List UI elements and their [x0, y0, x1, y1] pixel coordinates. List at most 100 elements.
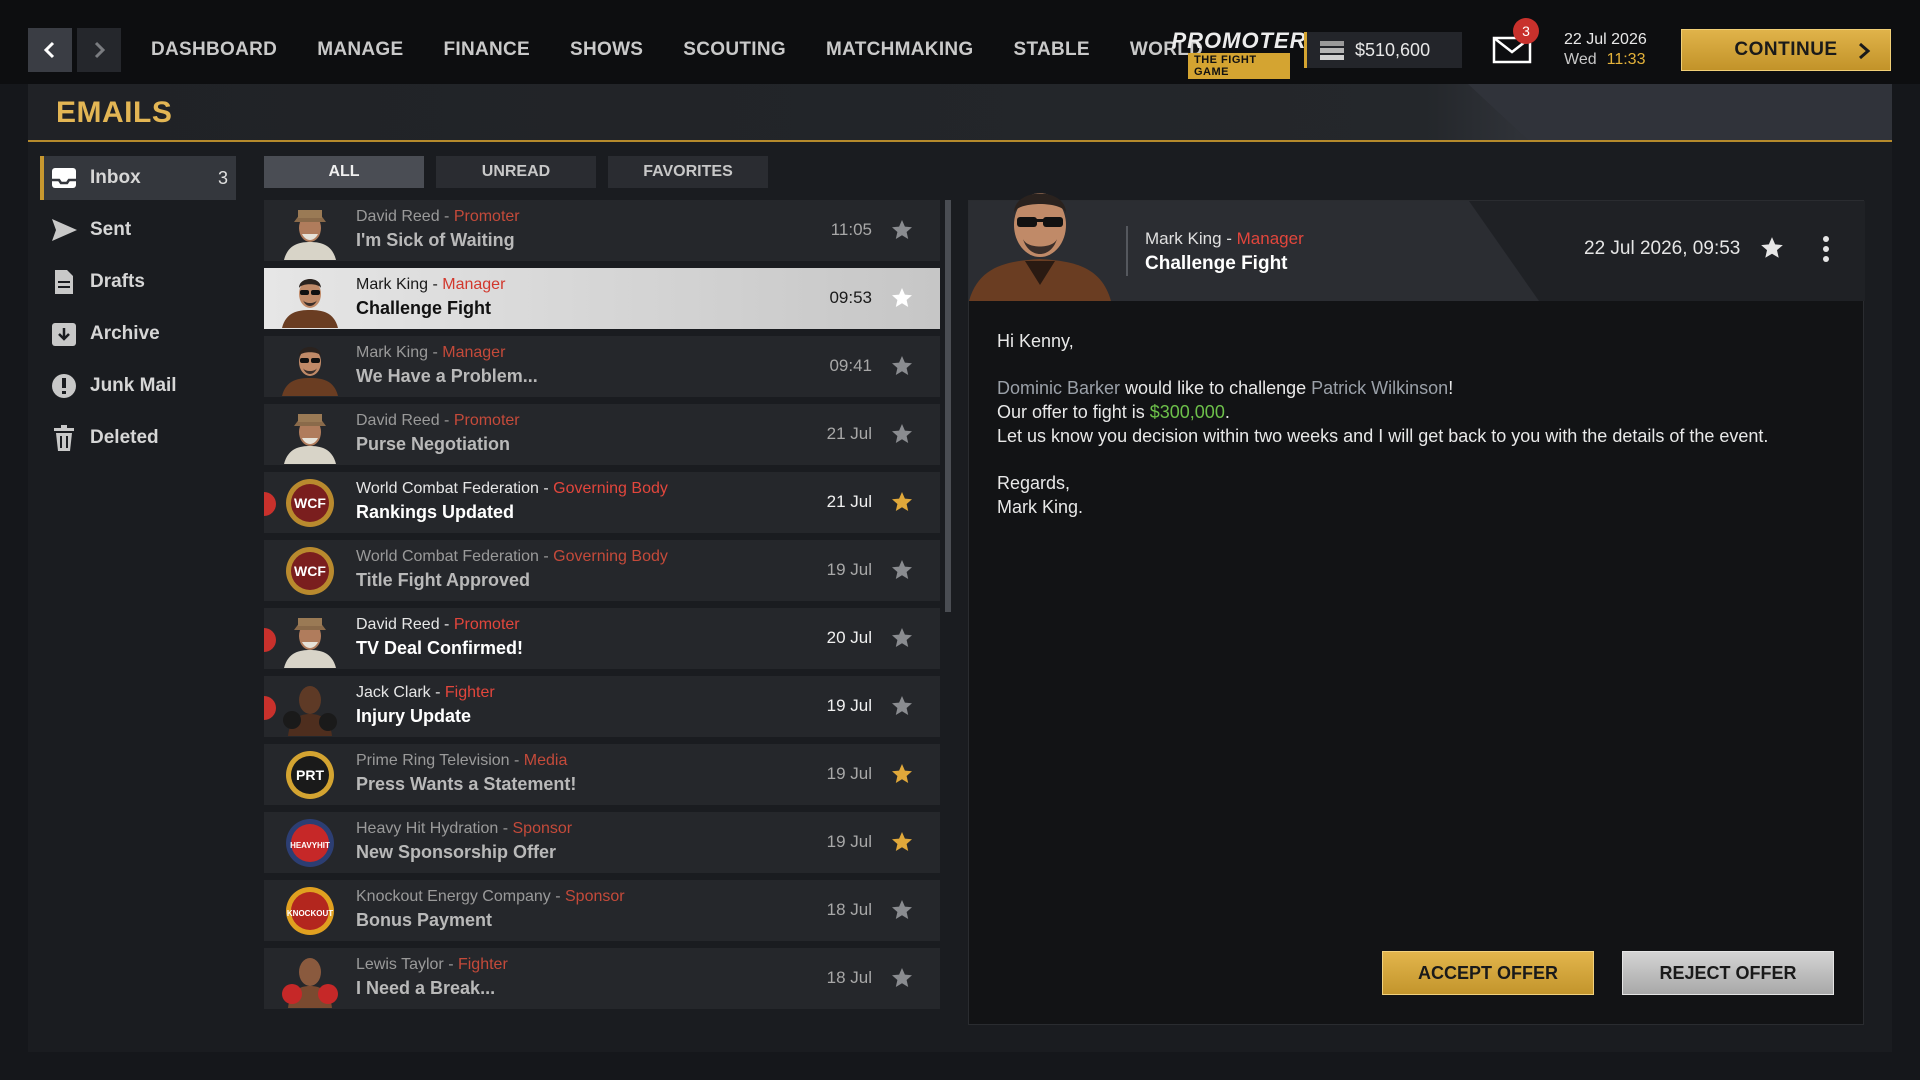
accept-offer-button[interactable]: ACCEPT OFFER: [1382, 951, 1594, 995]
menu-shows[interactable]: SHOWS: [570, 39, 643, 61]
favorite-star-icon[interactable]: [890, 490, 914, 514]
email-list-item[interactable]: David Reed - Promoter Purse Negotiation 21…: [264, 404, 940, 465]
sidebar-item-deleted[interactable]: Deleted: [40, 416, 236, 460]
email-date: 19 Jul: [826, 696, 872, 715]
sender-role: Media: [523, 752, 568, 769]
favorite-star-icon[interactable]: [890, 422, 914, 446]
menu-scouting[interactable]: SCOUTING: [683, 39, 786, 61]
sender-name: Mark King: [356, 276, 429, 293]
unread-indicator: [264, 492, 276, 516]
sender-avatar: [280, 406, 340, 464]
email-date: 11:05: [830, 220, 872, 239]
sender-name: Heavy Hit Hydration: [356, 820, 499, 837]
sender-name: Knockout Energy Company: [356, 888, 551, 905]
sidebar-item-sent[interactable]: Sent: [40, 208, 236, 252]
sidebar-item-label: Junk Mail: [90, 375, 177, 396]
email-list-item[interactable]: David Reed - Promoter I'm Sick of Waiting…: [264, 200, 940, 261]
email-list-item[interactable]: PRT Prime Ring Television - Media Press Wa…: [264, 744, 940, 805]
favorite-star-icon[interactable]: [890, 966, 914, 990]
email-subject: Challenge Fight: [356, 298, 491, 318]
email-sender-role: Manager: [1236, 229, 1304, 248]
sidebar-item-label: Deleted: [90, 427, 159, 448]
tab-favorites[interactable]: FAVORITES: [608, 156, 768, 188]
email-regards: Regards,: [997, 473, 1071, 493]
email-list-item[interactable]: Jack Clark - Fighter Injury Update 19 Jul: [264, 676, 940, 737]
weekday-time: Wed 11:33: [1564, 50, 1647, 70]
cash-icon: [1320, 41, 1344, 60]
email-list-item[interactable]: WCF World Combat Federation - Governing B…: [264, 472, 940, 533]
email-subject: Injury Update: [356, 706, 472, 726]
svg-text:HEAVYHIT: HEAVYHIT: [290, 841, 330, 850]
favorite-star-icon[interactable]: [890, 286, 914, 310]
chevron-left-icon: [43, 41, 55, 59]
email-reader-header: Mark King - Manager Challenge Fight 22 J…: [969, 193, 1865, 301]
opponent-name[interactable]: Patrick Wilkinson: [1311, 378, 1448, 398]
game-date: 22 Jul 2026 Wed 11:33: [1564, 30, 1647, 70]
header-divider: [1126, 226, 1128, 276]
email-sender: Mark King: [1145, 229, 1222, 248]
menu-manage[interactable]: MANAGE: [317, 39, 403, 61]
email-line-1: Dominic Barker would like to challenge P…: [997, 376, 1768, 400]
favorite-star-icon[interactable]: [890, 626, 914, 650]
favorite-star-icon[interactable]: [890, 830, 914, 854]
email-date: 19 Jul: [826, 560, 872, 579]
sender-name: Lewis Taylor: [356, 956, 444, 973]
tab-unread[interactable]: UNREAD: [436, 156, 596, 188]
email-sender: Knockout Energy Company - Sponsor: [356, 888, 625, 905]
email-list-item[interactable]: WCF World Combat Federation - Governing B…: [264, 540, 940, 601]
promoter-logo: PROMOTER THE FIGHT GAME: [1171, 30, 1306, 79]
tab-all[interactable]: ALL: [264, 156, 424, 188]
time-text: 11:33: [1606, 51, 1646, 68]
challenger-name[interactable]: Dominic Barker: [997, 378, 1120, 398]
continue-button[interactable]: CONTINUE: [1681, 29, 1891, 71]
email-list-item[interactable]: Mark King - Manager Challenge Fight 09:53: [264, 268, 940, 329]
line1-end: !: [1448, 378, 1454, 398]
offer-amount: $300,000: [1149, 402, 1225, 422]
sidebar-item-archive[interactable]: Archive: [40, 312, 236, 356]
email-sender: Lewis Taylor - Fighter: [356, 956, 508, 973]
email-signature: Mark King.: [997, 497, 1084, 517]
email-list-item[interactable]: HEAVYHIT Heavy Hit Hydration - Sponsor New…: [264, 812, 940, 873]
sender-role: Sponsor: [512, 820, 573, 837]
menu-stable[interactable]: STABLE: [1014, 39, 1090, 61]
email-list-item[interactable]: Lewis Taylor - Fighter I Need a Break... 1…: [264, 948, 940, 1009]
sidebar-item-inbox[interactable]: Inbox 3: [40, 156, 236, 200]
reject-offer-button[interactable]: REJECT OFFER: [1622, 951, 1834, 995]
favorite-star-icon[interactable]: [1759, 235, 1785, 261]
trash-icon: [50, 424, 78, 452]
email-greeting: Hi Kenny,: [997, 331, 1074, 351]
mail-filter-tabs: ALL UNREAD FAVORITES: [264, 156, 780, 188]
more-options-icon[interactable]: [1821, 235, 1831, 263]
email-sender: Prime Ring Television - Media: [356, 752, 568, 769]
favorite-star-icon[interactable]: [890, 694, 914, 718]
email-subject: TV Deal Confirmed!: [356, 638, 524, 658]
menu-dashboard[interactable]: DASHBOARD: [151, 39, 277, 61]
logo-title: PROMOTER: [1171, 28, 1307, 53]
menu-matchmaking[interactable]: MATCHMAKING: [826, 39, 974, 61]
sender-name: World Combat Federation: [356, 548, 539, 565]
email-subject: Purse Negotiation: [356, 434, 511, 454]
favorite-star-icon[interactable]: [890, 218, 914, 242]
sender-name: Jack Clark: [356, 684, 431, 701]
favorite-star-icon[interactable]: [890, 354, 914, 378]
email-list-item[interactable]: Mark King - Manager We Have a Problem... 0…: [264, 336, 940, 397]
menu-finance[interactable]: FINANCE: [443, 39, 530, 61]
line1-mid: would like to challenge: [1120, 378, 1312, 398]
sender-role: Manager: [442, 344, 506, 361]
sidebar-item-junk[interactable]: Junk Mail: [40, 364, 236, 408]
email-list-scrollbar[interactable]: [945, 200, 951, 612]
email-list-item[interactable]: David Reed - Promoter TV Deal Confirmed! 2…: [264, 608, 940, 669]
line2-pre: Our offer to fight is: [997, 402, 1150, 422]
forward-button[interactable]: [77, 28, 121, 72]
favorite-star-icon[interactable]: [890, 762, 914, 786]
top-bar: DASHBOARD MANAGE FINANCE SHOWS SCOUTING …: [0, 0, 1920, 84]
email-list-item[interactable]: KNOCKOUT Knockout Energy Company - Sponso…: [264, 880, 940, 941]
sender-name: Mark King: [356, 344, 429, 361]
favorite-star-icon[interactable]: [890, 898, 914, 922]
mail-count-badge: 3: [1513, 18, 1539, 44]
favorite-star-icon[interactable]: [890, 558, 914, 582]
date-text: 22 Jul 2026: [1564, 31, 1647, 48]
back-button[interactable]: [28, 28, 72, 72]
sidebar-item-drafts[interactable]: Drafts: [40, 260, 236, 304]
email-reader: Mark King - Manager Challenge Fight 22 J…: [968, 193, 1865, 1025]
